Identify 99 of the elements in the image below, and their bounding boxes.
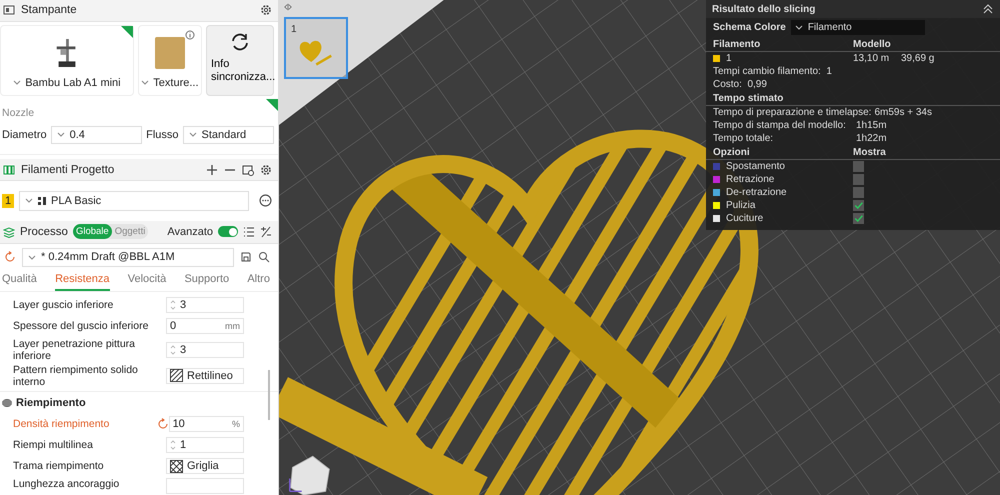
more-icon[interactable] [259,194,272,208]
column-header: Mostra [853,146,886,158]
setting-field[interactable]: 0 mm [166,318,244,334]
show-checkbox[interactable] [853,161,864,172]
nozzle-label: Nozzle [2,106,34,119]
option-label: Cuciture [726,213,764,224]
section-title: Tempo stimato [713,92,784,104]
show-checkbox[interactable] [853,187,864,198]
time-label: Tempo di preparazione e timelapse: [713,107,872,118]
filament-changes: Tempi cambio filamento: 1 [713,66,832,77]
settings-tab[interactable]: Qualità [2,271,37,291]
setting-label: Layer penetrazione pittura inferiore [13,338,136,362]
section-title: Filamenti Progetto [21,164,114,176]
spinner-icon[interactable] [170,299,176,312]
crosshatch-icon [170,460,183,473]
flow-dropdown[interactable]: Standard [182,126,274,144]
time-value: 1h15m [856,120,887,131]
setting-field[interactable]: 10 % [168,416,244,432]
filament-name: 1 [726,53,733,64]
column-header: Opzioni [713,146,751,158]
color-scheme-dropdown[interactable]: Filamento [790,20,925,35]
scrollbar[interactable] [268,370,270,420]
filament-spools-icon [3,164,15,176]
caret-icon [188,132,197,138]
advanced-toggle[interactable] [218,226,238,238]
diameter-label: Diametro [2,128,47,141]
reset-icon[interactable] [156,418,169,430]
caret-icon [25,198,33,204]
filament-dropdown[interactable]: PLA Basic [19,190,249,211]
caret-icon [56,132,65,138]
spinner-icon[interactable] [170,344,176,356]
preset-dropdown[interactable]: * 0.24mm Draft @BBL A1M [22,248,234,267]
plate-thumbnail[interactable]: 1 [284,17,348,79]
setting-field[interactable]: 1 [166,437,244,454]
filament-index-badge: 1 [2,194,14,208]
search-icon[interactable] [258,251,270,264]
time-value: 1h22m [856,133,887,144]
collapse-icon[interactable] [283,3,293,11]
section-title: Riempimento [16,396,86,409]
setting-field[interactable]: Rettilineo [166,368,244,384]
spinner-icon[interactable] [170,439,176,452]
plate-drawing [154,36,185,69]
show-checkbox[interactable] [853,200,864,211]
setting-label: Riempi multilinea [13,439,94,452]
option-label: Spostamento [726,161,786,172]
diameter-dropdown[interactable]: 0.4 [50,126,142,144]
compare-icon[interactable] [260,226,272,238]
settings-icon[interactable] [260,4,272,16]
advanced-label: Avanzato [167,226,213,238]
sync-info-button[interactable]: Info sincronizza... [206,24,274,96]
caret-icon [141,80,150,86]
time-value: 6m59s + 34s [874,107,932,118]
plus-icon[interactable] [206,164,218,176]
setting-field[interactable]: 3 [166,342,244,358]
setting-field[interactable]: 3 [166,297,244,314]
panel-title: Risultato dello slicing [712,4,816,14]
option-label: De-retrazione [726,187,788,198]
setting-field[interactable] [166,478,244,494]
info-icon[interactable] [185,30,195,40]
settings-tab[interactable]: Resistenza [55,271,110,291]
show-checkbox[interactable] [853,213,864,224]
color-scheme-label: Schema Colore [713,22,786,33]
printer-model: Bambu Lab A1 mini [25,76,121,89]
list-icon[interactable] [243,226,255,238]
time-label: Tempo di stampa del modello: [713,120,847,131]
sync-icon [230,32,250,52]
column-header: Filamento [713,38,762,50]
flow-label: Flusso [146,128,179,141]
option-label: Pulizia [726,200,756,211]
filament-weight: 39,69 g [901,53,934,64]
section-title: Processo [20,226,68,238]
caret-icon [28,254,36,260]
time-label: Tempo totale: [713,133,774,144]
plate-card[interactable]: Texture... [138,24,202,96]
settings-icon[interactable] [260,164,272,176]
setting-label: Pattern riempimento solido interno [13,364,139,388]
plate-type: Texture... [153,76,199,89]
setting-label: Lunghezza ancoraggio [13,478,120,490]
settings-tab[interactable]: Altro [247,271,270,291]
option-label: Retrazione [726,174,776,185]
save-icon[interactable] [240,251,252,264]
show-checkbox[interactable] [853,174,864,185]
caret-icon [13,80,22,86]
printer-card[interactable]: Bambu Lab A1 mini [0,24,134,96]
layers-icon [3,226,15,238]
reset-icon[interactable] [4,251,16,264]
diagonal-hatch-icon [170,369,183,382]
caret-icon [794,25,803,30]
section-title: Stampante [21,4,77,16]
setting-label: Spessore del guscio inferiore [13,320,150,332]
settings-tab[interactable]: Velocità [128,271,166,291]
setting-field[interactable]: Griglia [166,458,244,474]
cost-text: Costo: 0,99 [713,79,767,90]
setting-label: Layer guscio inferiore [13,299,114,312]
settings-tab[interactable]: Supporto [184,271,230,291]
setting-label: Trama riempimento [13,460,105,472]
column-header: Modello [853,38,891,50]
setting-label: Densità riempimento [13,418,110,430]
filament-length: 13,10 m [853,53,890,64]
